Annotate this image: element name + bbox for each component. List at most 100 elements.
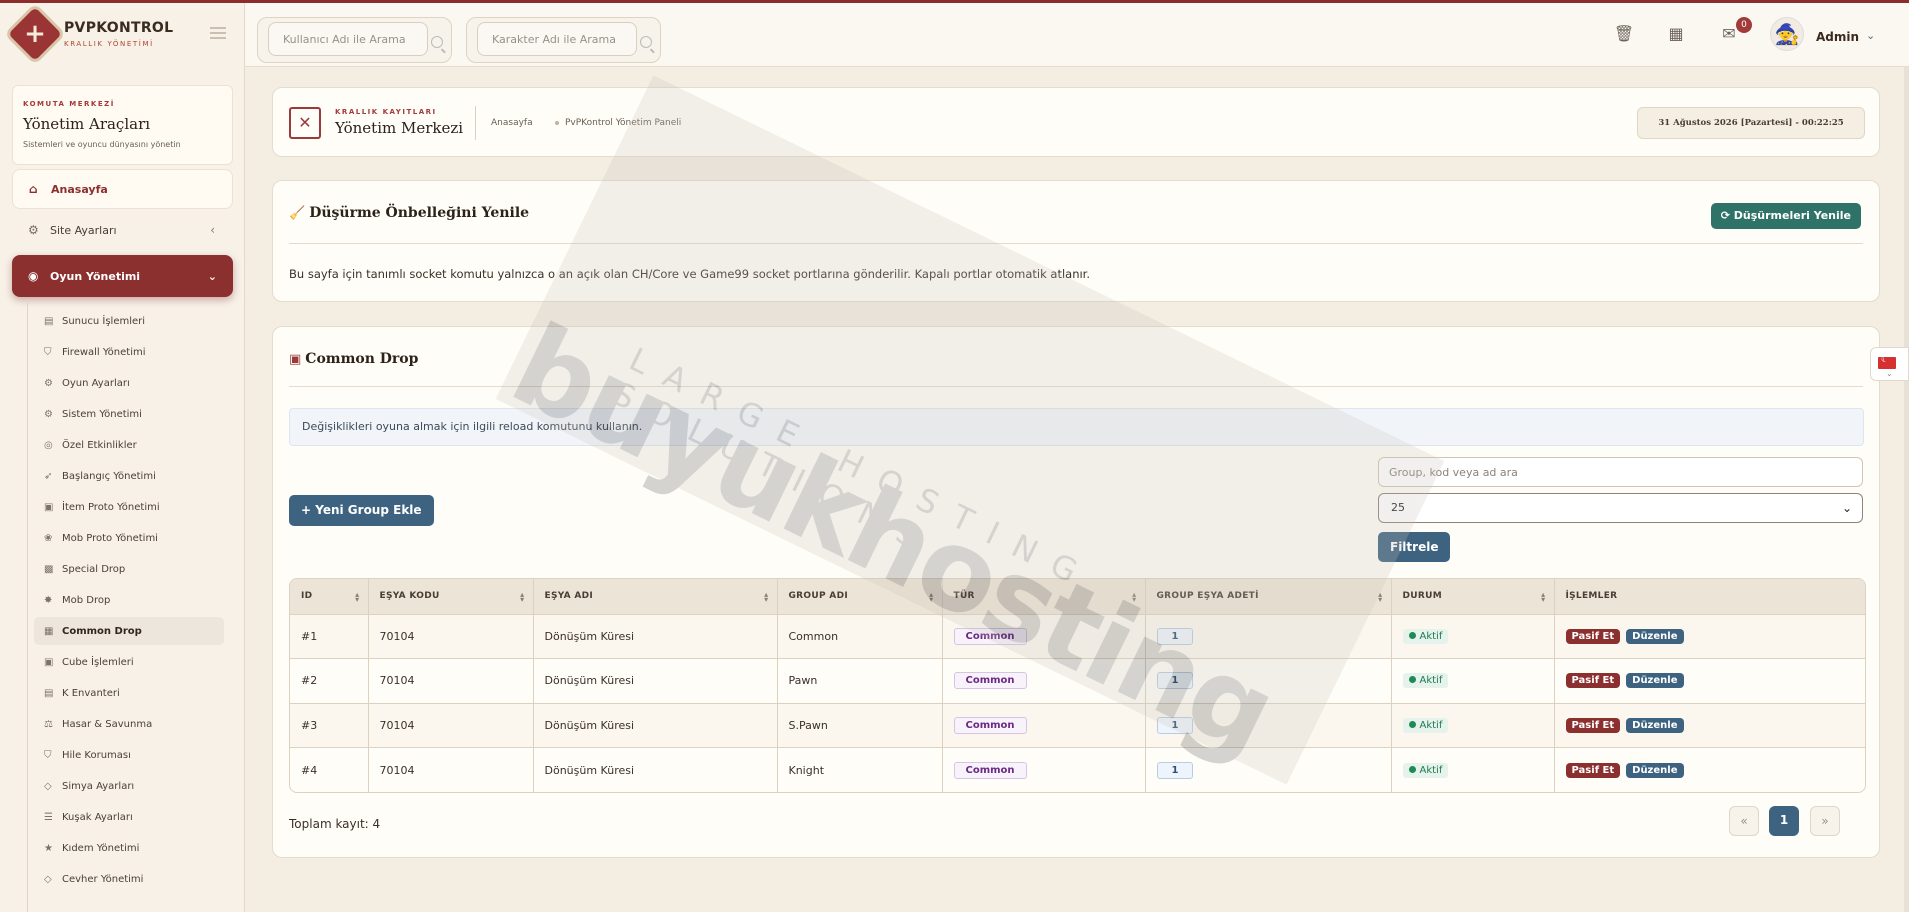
cell-type: Common bbox=[942, 613, 1146, 659]
cell-status: Aktif bbox=[1391, 613, 1555, 659]
edit-button[interactable]: Düzenle bbox=[1626, 717, 1684, 733]
refresh-drops-label: Düşürmeleri Yenile bbox=[1733, 209, 1851, 222]
column-header-id[interactable]: ID ▴ ▾ bbox=[290, 579, 369, 614]
column-header-item-code[interactable]: EŞYA KODU ▴ ▾ bbox=[368, 579, 534, 614]
column-label: EŞYA ADI bbox=[544, 591, 594, 602]
cell-item-code: 70104 bbox=[368, 747, 534, 792]
user-search-input[interactable] bbox=[268, 22, 428, 56]
column-header-type[interactable]: TÜR ▴ ▾ bbox=[942, 579, 1146, 614]
cell-count: 1 bbox=[1145, 658, 1392, 703]
scale-icon: ⚖ bbox=[44, 718, 53, 730]
sidebar-subitem-special-drop[interactable]: ▩ Special Drop bbox=[34, 555, 224, 583]
pagination-page-button[interactable]: 1 bbox=[1769, 806, 1799, 836]
sidebar-subitem-anti-cheat[interactable]: ⛉ Hile Koruması bbox=[34, 741, 224, 769]
avatar[interactable]: 🧙 bbox=[1770, 17, 1804, 51]
sidebar-subitem-game-settings[interactable]: ⚙ Oyun Ayarları bbox=[34, 369, 224, 397]
sidebar-subitem-label: Oyun Ayarları bbox=[62, 377, 130, 389]
add-group-button[interactable]: + Yeni Group Ekle bbox=[289, 495, 434, 526]
sidebar-subitem-system[interactable]: ⚙ Sistem Yönetimi bbox=[34, 400, 224, 428]
deactivate-button[interactable]: Pasif Et bbox=[1565, 628, 1621, 644]
common-drop-card: ▣ Common Drop Değişiklikleri oyuna almak … bbox=[272, 326, 1880, 858]
sidebar-subitem-mob-drop[interactable]: ✸ Mob Drop bbox=[34, 586, 224, 614]
home-icon: ⌂ bbox=[29, 182, 38, 196]
pagination-prev-button[interactable]: « bbox=[1729, 806, 1759, 836]
breadcrumb-home-link[interactable]: Anasayfa bbox=[491, 118, 533, 128]
sidebar-subitem-label: Hasar & Savunma bbox=[62, 718, 153, 730]
cell-type: Common bbox=[942, 658, 1146, 703]
deactivate-button[interactable]: Pasif Et bbox=[1565, 673, 1621, 689]
datetime-display: 31 Ağustos 2026 [Pazartesi] - 00:22:25 bbox=[1637, 107, 1865, 139]
sidebar-subitem-damage-defense[interactable]: ⚖ Hasar & Savunma bbox=[34, 710, 224, 738]
character-search-input[interactable] bbox=[477, 22, 637, 56]
sidebar-subitem-label: Başlangıç Yönetimi bbox=[62, 470, 156, 482]
page-size-select[interactable]: 25 ⌄ bbox=[1378, 493, 1863, 523]
search-icon[interactable] bbox=[640, 36, 652, 48]
language-selector[interactable]: ⌄ bbox=[1870, 347, 1909, 381]
column-header-status[interactable]: DURUM ▴ ▾ bbox=[1391, 579, 1555, 614]
chevron-down-icon[interactable]: ⌄ bbox=[1866, 29, 1875, 42]
edit-button[interactable]: Düzenle bbox=[1626, 628, 1684, 644]
cell-count: 1 bbox=[1145, 613, 1392, 659]
page-size-value: 25 bbox=[1391, 501, 1405, 514]
sidebar-subitem-mob-proto[interactable]: ❀ Mob Proto Yönetimi bbox=[34, 524, 224, 552]
filter-button[interactable]: Filtrele bbox=[1378, 532, 1451, 562]
paw-icon: ❀ bbox=[44, 532, 53, 544]
edit-button[interactable]: Düzenle bbox=[1626, 673, 1684, 689]
close-icon[interactable]: ✕ bbox=[289, 107, 321, 139]
sidebar-subitem-rank[interactable]: ★ Kıdem Yönetimi bbox=[34, 834, 224, 862]
scrollbar[interactable] bbox=[1904, 67, 1909, 912]
sidebar-subitem-label: K Envanteri bbox=[62, 687, 120, 699]
top-header: + PVPKONTROL KRALLIK YÖNETİMİ 🗑 ▦ ✉ 0 🧙 … bbox=[0, 3, 1909, 67]
sidebar-subitem-alchemy[interactable]: ◇ Simya Ayarları bbox=[34, 772, 224, 800]
sidebar-subitem-common-drop[interactable]: ▦ Common Drop bbox=[34, 617, 224, 645]
refresh-drops-button[interactable]: ⟳ Düşürmeleri Yenile bbox=[1710, 203, 1861, 229]
menu-toggle-icon[interactable] bbox=[210, 27, 226, 39]
cell-group-name: Knight bbox=[777, 747, 943, 792]
calendar-icon[interactable]: ▦ bbox=[1665, 23, 1687, 45]
column-header-item-name[interactable]: EŞYA ADI ▴ ▾ bbox=[533, 579, 778, 614]
sidebar-item-site-settings[interactable]: ⚙ Site Ayarları ‹ bbox=[12, 210, 233, 250]
column-header-group-count[interactable]: GROUP EŞYA ADETİ ▴ ▾ bbox=[1145, 579, 1392, 614]
table-row: #1 70104 Dönüşüm Küresi Common Common 1 … bbox=[290, 613, 1865, 659]
status-dot-icon bbox=[1408, 676, 1416, 684]
pagination-next-button[interactable]: » bbox=[1810, 806, 1840, 836]
status-label: Aktif bbox=[1419, 630, 1443, 642]
sidebar-subitem-cube[interactable]: ▣ Cube İşlemleri bbox=[34, 648, 224, 676]
user-name[interactable]: Admin bbox=[1816, 30, 1859, 44]
sidebar-subitem-item-proto[interactable]: ▣ İtem Proto Yönetimi bbox=[34, 493, 224, 521]
deactivate-button[interactable]: Pasif Et bbox=[1565, 717, 1621, 733]
search-icon[interactable] bbox=[431, 36, 443, 48]
cell-group-name: Pawn bbox=[777, 658, 943, 703]
cell-group-name: Common bbox=[777, 613, 943, 659]
sidebar-subitem-server[interactable]: ▤ Sunucu İşlemleri bbox=[34, 307, 224, 335]
character-search-box bbox=[466, 17, 661, 63]
trash-icon[interactable]: 🗑 bbox=[1613, 23, 1635, 45]
column-label: EŞYA KODU bbox=[379, 591, 440, 602]
sidebar-subitem-firewall[interactable]: ⛉ Firewall Yönetimi bbox=[34, 338, 224, 366]
sidebar-item-game-management[interactable]: ◉ Oyun Yönetimi ⌄ bbox=[12, 255, 233, 297]
box-icon: ▣ bbox=[44, 501, 54, 513]
status-badge: Aktif bbox=[1402, 762, 1449, 778]
divider bbox=[289, 386, 1863, 387]
sidebar-subitem-label: Mob Proto Yönetimi bbox=[62, 532, 158, 544]
sliders-icon: ☰ bbox=[44, 811, 53, 823]
brand-tagline: KRALLIK YÖNETİMİ bbox=[64, 40, 154, 48]
breadcrumb: ✕ KRALLIK KAYITLARI Yönetim Merkezi Anas… bbox=[272, 87, 1880, 157]
sidebar-subitem-events[interactable]: ◎ Özel Etkinlikler bbox=[34, 431, 224, 459]
star-icon: ★ bbox=[44, 842, 53, 854]
gamepad-icon: ◎ bbox=[44, 439, 53, 451]
sidebar-subitem-belt[interactable]: ☰ Kuşak Ayarları bbox=[34, 803, 224, 831]
drop-search-input[interactable] bbox=[1378, 457, 1863, 487]
cell-item-code: 70104 bbox=[368, 613, 534, 659]
sidebar-subitem-ore[interactable]: ◇ Cevher Yönetimi bbox=[34, 865, 224, 893]
deactivate-button[interactable]: Pasif Et bbox=[1565, 762, 1621, 778]
add-group-label: Yeni Group Ekle bbox=[315, 503, 422, 517]
sidebar-item-home[interactable]: ⌂ Anasayfa bbox=[12, 169, 233, 209]
column-header-group-name[interactable]: GROUP ADI ▴ ▾ bbox=[777, 579, 943, 614]
sidebar-subitem-startup[interactable]: ➶ Başlangıç Yönetimi bbox=[34, 462, 224, 490]
cell-id: #3 bbox=[290, 702, 369, 748]
sidebar-subitem-k-inventory[interactable]: ▤ K Envanteri bbox=[34, 679, 224, 707]
brand[interactable]: + PVPKONTROL KRALLIK YÖNETİMİ bbox=[0, 3, 245, 67]
shield-icon: ⛉ bbox=[44, 346, 52, 358]
edit-button[interactable]: Düzenle bbox=[1626, 762, 1684, 778]
